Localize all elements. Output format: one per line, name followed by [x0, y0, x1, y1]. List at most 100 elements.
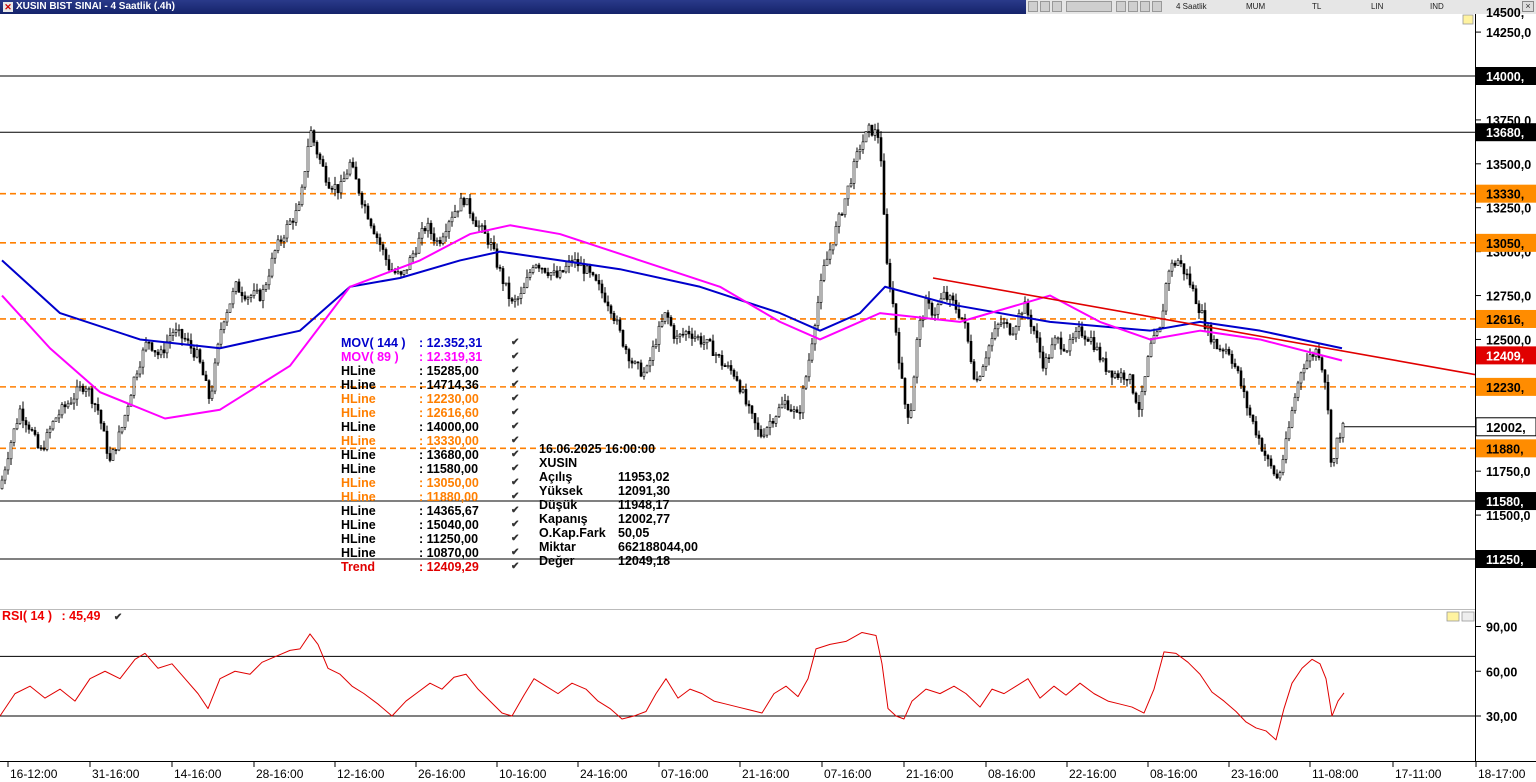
- candle-body: [690, 333, 694, 339]
- legend-check-icon[interactable]: ✔: [511, 448, 519, 462]
- candle-body: [855, 151, 859, 162]
- legend-value: : 12230,00: [419, 392, 479, 406]
- candle-body: [1020, 312, 1024, 315]
- candle-body: [381, 244, 385, 250]
- candle-body: [1014, 326, 1018, 335]
- candle-body: [1272, 465, 1276, 475]
- candle-body: [1110, 370, 1114, 378]
- candle-body: [198, 349, 202, 363]
- chart-canvas: 11500,011750,012000,012250,012500,012750…: [0, 6, 1536, 781]
- candle-body: [879, 137, 883, 162]
- candle-body: [945, 291, 949, 300]
- candle-body: [1176, 260, 1180, 266]
- candle-body: [501, 268, 505, 284]
- candle-body: [69, 402, 73, 405]
- legend-check-icon[interactable]: ✔: [511, 504, 519, 518]
- candle-body: [234, 281, 238, 292]
- legend-check-icon[interactable]: ✔: [511, 336, 519, 350]
- candle-body: [861, 141, 865, 150]
- candle-body: [51, 420, 55, 430]
- candle-body: [270, 257, 274, 277]
- candle-body: [1311, 354, 1315, 357]
- legend-check-icon[interactable]: ✔: [511, 560, 519, 574]
- legend-check-icon[interactable]: ✔: [511, 406, 519, 420]
- candle-body: [84, 388, 88, 392]
- legend-check-icon[interactable]: ✔: [511, 462, 519, 476]
- legend-check-icon[interactable]: ✔: [511, 434, 519, 448]
- candle-body: [120, 427, 124, 433]
- candle-body: [1194, 288, 1198, 305]
- legend-check-icon[interactable]: ✔: [511, 392, 519, 406]
- time-tick-label: 17-11:00: [1395, 767, 1442, 781]
- candle-body: [723, 365, 727, 367]
- candle-body: [930, 302, 934, 316]
- candle-body: [279, 239, 283, 242]
- candle-body: [633, 361, 637, 364]
- candle-body: [438, 239, 442, 244]
- candle-body: [1233, 363, 1237, 367]
- candle-body: [480, 225, 484, 227]
- candle-body: [510, 298, 514, 302]
- candle-body: [45, 432, 49, 450]
- legend-check-icon[interactable]: ✔: [511, 546, 519, 560]
- candle-body: [1137, 402, 1141, 410]
- legend-value: : 12.352,31: [419, 336, 483, 350]
- legend-check-icon[interactable]: ✔: [511, 532, 519, 546]
- candle-body: [1182, 263, 1186, 275]
- candle-body: [675, 335, 679, 339]
- candle-body: [33, 430, 37, 435]
- legend-check-icon[interactable]: ✔: [511, 476, 519, 490]
- legend-check-icon[interactable]: ✔: [511, 420, 519, 434]
- legend-check-icon[interactable]: ✔: [511, 518, 519, 532]
- candle-body: [306, 146, 310, 172]
- horizontal-lines: [0, 75, 1475, 560]
- candle-body: [1236, 366, 1240, 372]
- legend-check-icon[interactable]: ✔: [511, 350, 519, 364]
- candle-body: [912, 376, 916, 411]
- candle-body: [300, 186, 304, 206]
- legend-name: HLine: [341, 434, 376, 448]
- candle-body: [987, 345, 991, 359]
- candle-body: [282, 237, 286, 242]
- candle-body: [900, 362, 904, 379]
- candle-body: [561, 270, 565, 273]
- candle-body: [708, 338, 712, 342]
- legend-check-icon[interactable]: ✔: [511, 490, 519, 504]
- candle-body: [237, 281, 241, 293]
- candle-body: [528, 272, 532, 278]
- candle-body: [180, 329, 184, 339]
- candle-body: [1326, 382, 1330, 411]
- rsi-check[interactable]: ✔: [114, 612, 122, 623]
- candlesticks: [0, 122, 1345, 490]
- info-value: 12091,30: [618, 484, 671, 498]
- candle-body: [1092, 337, 1096, 351]
- candle-body: [1308, 354, 1312, 362]
- legend-value: : 14000,00: [419, 420, 479, 434]
- candle-body: [597, 280, 601, 285]
- candle-body: [744, 389, 748, 405]
- legend-check-icon[interactable]: ✔: [511, 378, 519, 392]
- candle-body: [681, 333, 685, 336]
- candle-body: [984, 357, 988, 367]
- candle-body: [387, 259, 391, 270]
- legend-check-icon[interactable]: ✔: [511, 364, 519, 378]
- candle-body: [609, 305, 613, 314]
- rsi-panel-button-1: [1446, 611, 1460, 622]
- candle-body: [801, 387, 805, 414]
- candle-body: [903, 378, 907, 405]
- candle-body: [285, 224, 289, 239]
- candle-body: [1053, 337, 1057, 346]
- candle-body: [1293, 396, 1297, 411]
- candle-body: [807, 359, 811, 378]
- candle-body: [678, 333, 682, 337]
- candle-body: [816, 302, 820, 326]
- candle-body: [249, 295, 253, 298]
- candle-body: [204, 374, 208, 381]
- candle-body: [267, 275, 271, 286]
- candle-body: [63, 404, 67, 408]
- candle-body: [360, 192, 364, 205]
- candle-body: [858, 149, 862, 153]
- candle-body: [732, 370, 736, 377]
- candle-body: [915, 339, 919, 378]
- candle-body: [213, 362, 217, 392]
